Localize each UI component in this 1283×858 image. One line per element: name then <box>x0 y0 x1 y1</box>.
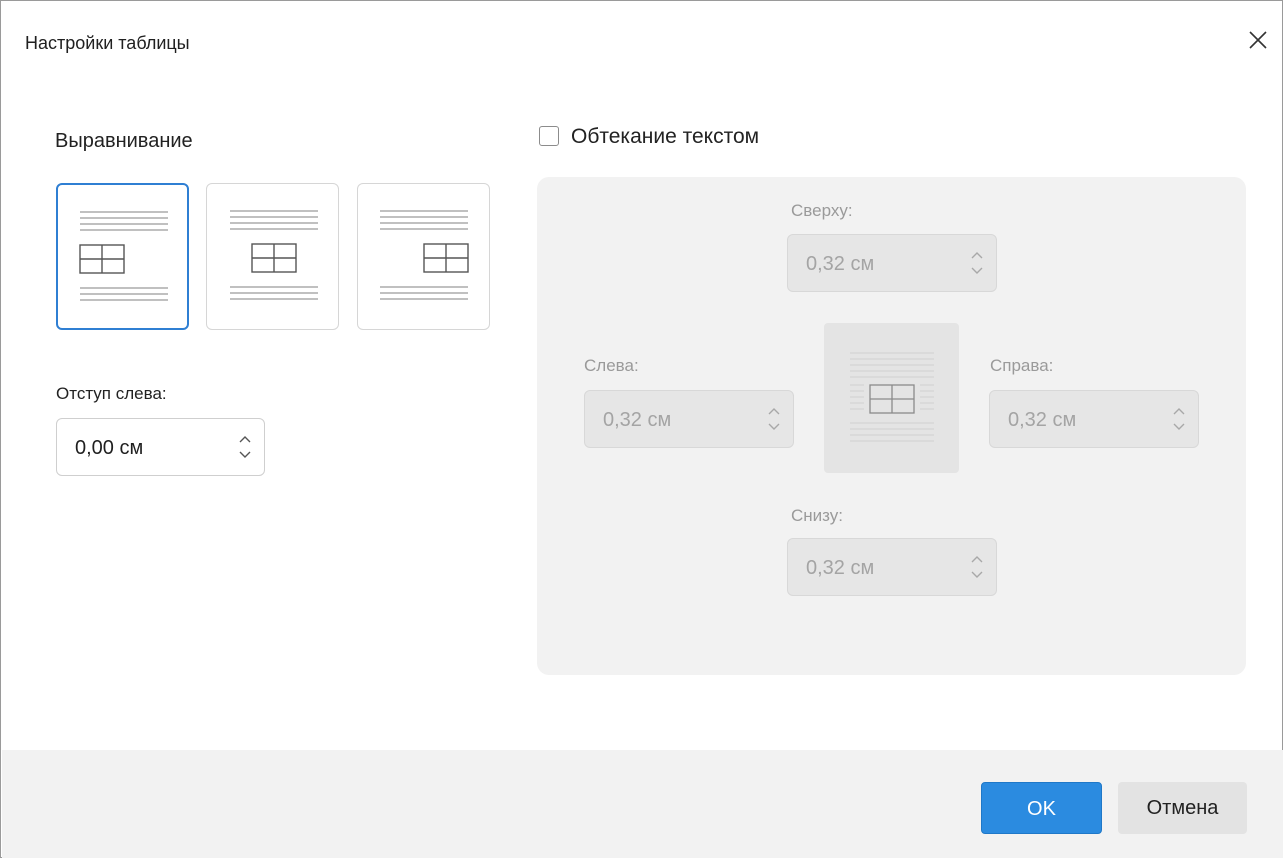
bottom-spacing-value[interactable]: 0,32 см <box>806 557 874 580</box>
right-spacing-stepper[interactable]: 0,32 см <box>989 390 1199 448</box>
left-spacing-value[interactable]: 0,32 см <box>603 409 671 432</box>
align-right-button[interactable] <box>357 183 490 330</box>
cancel-button[interactable]: Отмена <box>1118 782 1247 834</box>
ok-button[interactable]: OK <box>981 782 1102 834</box>
stepper-arrows-icon[interactable] <box>968 245 986 281</box>
stepper-arrows-icon[interactable] <box>968 549 986 585</box>
stepper-arrows-icon[interactable] <box>765 401 783 437</box>
align-right-icon <box>380 210 469 300</box>
wrap-text-label[interactable]: Обтекание текстом <box>571 125 759 149</box>
top-spacing-label: Сверху: <box>791 201 853 220</box>
wrap-preview <box>824 323 959 473</box>
close-icon[interactable] <box>1247 29 1269 51</box>
indent-value[interactable]: 0,00 см <box>75 437 143 460</box>
wrap-text-checkbox[interactable] <box>539 126 559 146</box>
table-settings-dialog: Настройки таблицы Выравнивание Отступ сл… <box>0 0 1283 858</box>
indent-label: Отступ слева: <box>56 384 167 403</box>
stepper-arrows-icon[interactable] <box>1170 401 1188 437</box>
alignment-label: Выравнивание <box>55 130 193 152</box>
align-center-icon <box>230 210 318 300</box>
top-spacing-value[interactable]: 0,32 см <box>806 253 874 276</box>
bottom-spacing-label: Снизу: <box>791 506 843 525</box>
bottom-spacing-stepper[interactable]: 0,32 см <box>787 538 997 596</box>
stepper-arrows-icon[interactable] <box>236 429 254 465</box>
table-wrap-preview-icon <box>850 352 934 442</box>
align-center-button[interactable] <box>206 183 339 330</box>
left-spacing-stepper[interactable]: 0,32 см <box>584 390 794 448</box>
top-spacing-stepper[interactable]: 0,32 см <box>787 234 997 292</box>
left-spacing-label: Слева: <box>584 356 639 375</box>
align-left-icon <box>79 211 168 301</box>
right-spacing-label: Справа: <box>990 356 1054 375</box>
dialog-title: Настройки таблицы <box>25 33 190 53</box>
indent-stepper[interactable]: 0,00 см <box>56 418 265 476</box>
right-spacing-value[interactable]: 0,32 см <box>1008 409 1076 432</box>
align-left-button[interactable] <box>56 183 189 330</box>
